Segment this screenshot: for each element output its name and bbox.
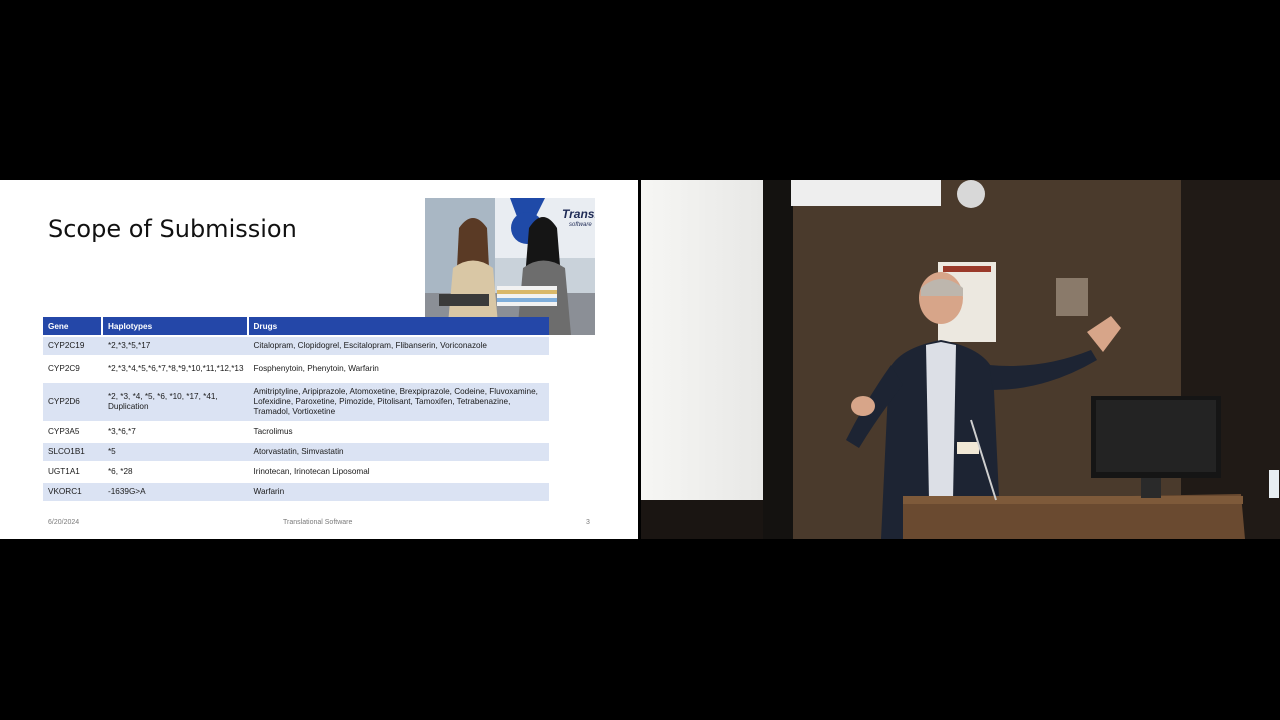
table-row: VKORC1 -1639G>A Warfarin [43, 483, 549, 501]
table-header-row: Gene Haplotypes Drugs [43, 317, 549, 335]
cell-haplotypes: *5 [103, 443, 249, 461]
cell-drugs: Tacrolimus [253, 427, 293, 436]
cell-haplotypes: -1639G>A [103, 483, 249, 501]
cell-gene: SLCO1B1 [43, 443, 103, 461]
cell-drugs: Irinotecan, Irinotecan Liposomal [253, 467, 370, 476]
header-gene: Gene [43, 317, 103, 335]
header-drugs: Drugs [248, 317, 549, 335]
cell-gene: CYP2C19 [43, 337, 103, 355]
cell-gene: CYP2C9 [48, 364, 80, 373]
footer-page-number: 3 [586, 519, 590, 526]
cell-haplotypes: *2,*3,*4,*5,*6,*7,*8,*9,*10,*11,*12,*13 [108, 364, 244, 373]
photo-sign-subtext: software [569, 222, 592, 228]
cell-haplotypes: *2, *3, *4, *5, *6, *10, *17, *41, Dupli… [103, 383, 249, 421]
cell-gene: CYP3A5 [48, 427, 80, 436]
cell-gene: VKORC1 [43, 483, 103, 501]
table-row: CYP3A5 *3,*6,*7 Tacrolimus [43, 423, 549, 441]
cell-drugs: Atorvastatin, Simvastatin [248, 443, 549, 461]
table-row: CYP2D6 *2, *3, *4, *5, *6, *10, *17, *41… [43, 383, 549, 421]
cell-drugs: Fosphenytoin, Phenytoin, Warfarin [253, 364, 379, 373]
cell-drugs: Warfarin [248, 483, 549, 501]
footer-date: 6/20/2024 [48, 519, 80, 526]
header-haplotypes: Haplotypes [103, 317, 249, 335]
table-row: CYP2C19 *2,*3,*5,*17 Citalopram, Clopido… [43, 337, 549, 355]
cell-haplotypes: *2,*3,*5,*17 [103, 337, 249, 355]
cell-haplotypes: *6, *28 [108, 467, 133, 476]
cell-haplotypes: *3,*6,*7 [108, 427, 136, 436]
table-row: SLCO1B1 *5 Atorvastatin, Simvastatin [43, 443, 549, 461]
table-row: CYP2C9 *2,*3,*4,*5,*6,*7,*8,*9,*10,*11,*… [43, 357, 549, 381]
table-row: UGT1A1 *6, *28 Irinotecan, Irinotecan Li… [43, 463, 549, 481]
footer-company: Translational Software [283, 519, 353, 526]
slide-title: Scope of Submission [48, 215, 297, 243]
cell-drugs: Amitriptyline, Aripiprazole, Atomoxetine… [248, 383, 549, 421]
cell-gene: CYP2D6 [43, 383, 103, 421]
scope-table: Gene Haplotypes Drugs CYP2C19 *2,*3,*5,*… [43, 315, 549, 503]
photo-sign-text: Transla [562, 207, 595, 221]
cell-gene: UGT1A1 [48, 467, 80, 476]
cell-drugs: Citalopram, Clopidogrel, Escitalopram, F… [248, 337, 549, 355]
speaker-video [641, 180, 1280, 539]
